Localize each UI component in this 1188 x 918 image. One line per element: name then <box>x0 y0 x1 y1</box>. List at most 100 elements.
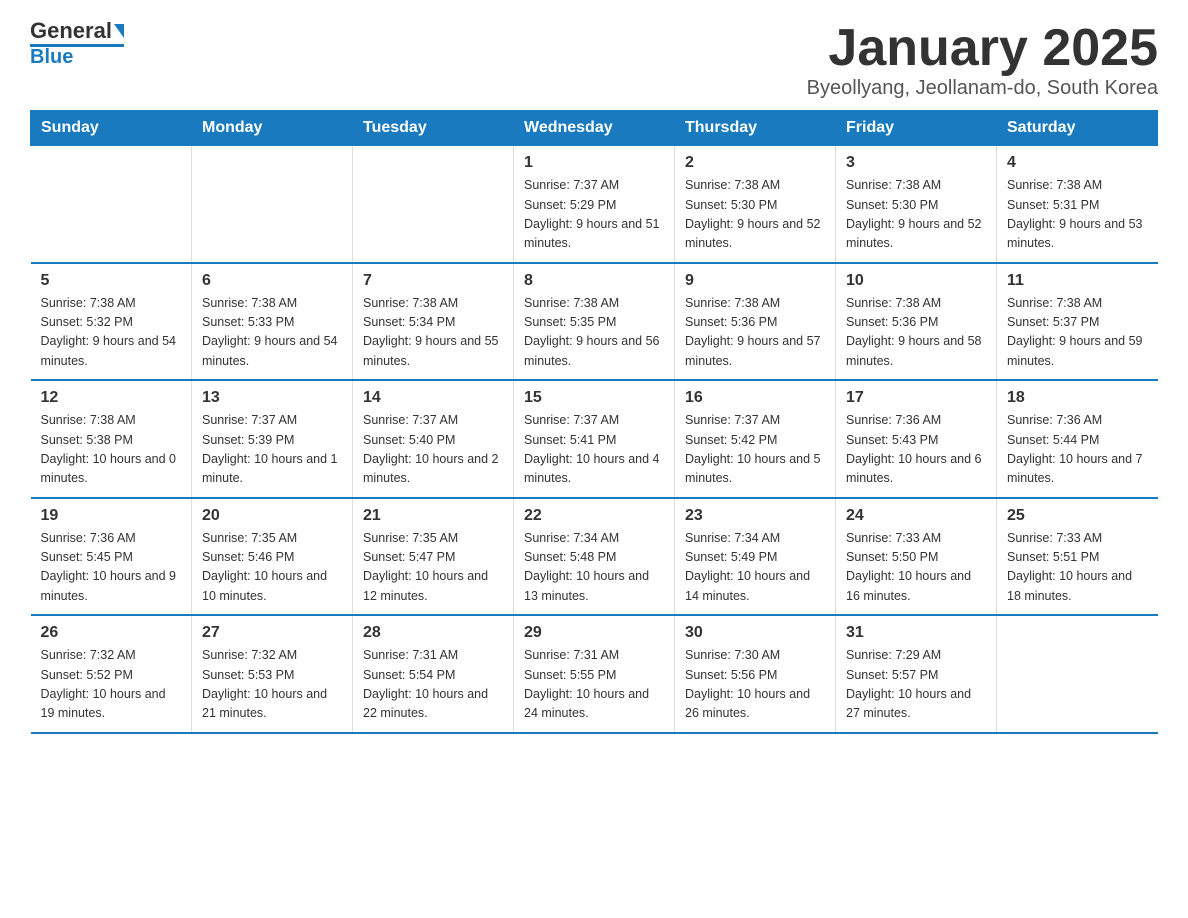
day-info: Sunrise: 7:38 AMSunset: 5:30 PMDaylight:… <box>685 176 825 254</box>
calendar-cell: 9Sunrise: 7:38 AMSunset: 5:36 PMDaylight… <box>675 263 836 381</box>
calendar-cell: 28 Sunrise: 7:31 AMSunset: 5:54 PMDayligh… <box>353 615 514 733</box>
calendar-cell: 14Sunrise: 7:37 AMSunset: 5:40 PMDayligh… <box>353 380 514 498</box>
day-number: 1 <box>524 154 664 172</box>
day-number: 3 <box>846 154 986 172</box>
day-number: 24 <box>846 507 986 525</box>
page-header: General Blue January 2025 Byeollyang, Je… <box>30 20 1158 100</box>
day-number: 5 <box>41 272 182 290</box>
day-info: Sunrise: 7:37 AMSunset: 5:39 PMDaylight:… <box>202 411 342 489</box>
day-info: Sunrise: 7:31 AMSunset: 5:55 PMDaylight:… <box>524 646 664 724</box>
day-number: 27 <box>202 624 342 642</box>
day-number: 15 <box>524 389 664 407</box>
day-number: 19 <box>41 507 182 525</box>
day-info: Sunrise: 7:38 AMSunset: 5:32 PMDaylight:… <box>41 294 182 372</box>
calendar-cell: 18 Sunrise: 7:36 AMSunset: 5:44 PMDayligh… <box>997 380 1158 498</box>
calendar-cell: 10Sunrise: 7:38 AMSunset: 5:36 PMDayligh… <box>836 263 997 381</box>
calendar-cell: 24 Sunrise: 7:33 AMSunset: 5:50 PMDayligh… <box>836 498 997 616</box>
day-info: Sunrise: 7:38 AMSunset: 5:38 PMDaylight:… <box>41 411 182 489</box>
day-number: 20 <box>202 507 342 525</box>
day-number: 16 <box>685 389 825 407</box>
calendar-week-2: 5 Sunrise: 7:38 AMSunset: 5:32 PMDaylight… <box>31 263 1158 381</box>
day-number: 4 <box>1007 154 1148 172</box>
calendar-cell: 26 Sunrise: 7:32 AMSunset: 5:52 PMDayligh… <box>31 615 192 733</box>
title-block: January 2025 Byeollyang, Jeollanam-do, S… <box>807 20 1158 100</box>
day-number: 11 <box>1007 272 1148 290</box>
calendar-cell <box>997 615 1158 733</box>
day-number: 12 <box>41 389 182 407</box>
header-monday: Monday <box>192 111 353 146</box>
day-info: Sunrise: 7:38 AMSunset: 5:35 PMDaylight:… <box>524 294 664 372</box>
day-info: Sunrise: 7:33 AMSunset: 5:50 PMDaylight:… <box>846 529 986 607</box>
calendar-cell: 5 Sunrise: 7:38 AMSunset: 5:32 PMDaylight… <box>31 263 192 381</box>
header-saturday: Saturday <box>997 111 1158 146</box>
calendar-cell: 8 Sunrise: 7:38 AMSunset: 5:35 PMDaylight… <box>514 263 675 381</box>
calendar-cell: 11 Sunrise: 7:38 AMSunset: 5:37 PMDayligh… <box>997 263 1158 381</box>
day-info: Sunrise: 7:32 AMSunset: 5:53 PMDaylight:… <box>202 646 342 724</box>
day-number: 10 <box>846 272 986 290</box>
day-number: 18 <box>1007 389 1148 407</box>
calendar-cell: 27 Sunrise: 7:32 AMSunset: 5:53 PMDayligh… <box>192 615 353 733</box>
calendar-cell <box>31 146 192 263</box>
calendar-week-5: 26 Sunrise: 7:32 AMSunset: 5:52 PMDayligh… <box>31 615 1158 733</box>
day-info: Sunrise: 7:35 AMSunset: 5:47 PMDaylight:… <box>363 529 503 607</box>
day-info: Sunrise: 7:31 AMSunset: 5:54 PMDaylight:… <box>363 646 503 724</box>
location-text: Byeollyang, Jeollanam-do, South Korea <box>807 77 1158 100</box>
header-thursday: Thursday <box>675 111 836 146</box>
day-number: 23 <box>685 507 825 525</box>
logo: General Blue <box>30 20 124 67</box>
day-info: Sunrise: 7:38 AMSunset: 5:37 PMDaylight:… <box>1007 294 1148 372</box>
day-number: 21 <box>363 507 503 525</box>
day-info: Sunrise: 7:38 AMSunset: 5:36 PMDaylight:… <box>685 294 825 372</box>
calendar-cell: 16 Sunrise: 7:37 AMSunset: 5:42 PMDayligh… <box>675 380 836 498</box>
calendar-header: Sunday Monday Tuesday Wednesday Thursday… <box>31 111 1158 146</box>
calendar-cell: 15Sunrise: 7:37 AMSunset: 5:41 PMDayligh… <box>514 380 675 498</box>
calendar-table: Sunday Monday Tuesday Wednesday Thursday… <box>30 110 1158 734</box>
day-number: 7 <box>363 272 503 290</box>
day-number: 29 <box>524 624 664 642</box>
header-sunday: Sunday <box>31 111 192 146</box>
day-info: Sunrise: 7:36 AMSunset: 5:44 PMDaylight:… <box>1007 411 1148 489</box>
day-info: Sunrise: 7:38 AMSunset: 5:31 PMDaylight:… <box>1007 176 1148 254</box>
logo-blue-text: Blue <box>30 47 73 67</box>
day-number: 6 <box>202 272 342 290</box>
calendar-cell: 23 Sunrise: 7:34 AMSunset: 5:49 PMDayligh… <box>675 498 836 616</box>
calendar-cell: 30 Sunrise: 7:30 AMSunset: 5:56 PMDayligh… <box>675 615 836 733</box>
calendar-cell: 25 Sunrise: 7:33 AMSunset: 5:51 PMDayligh… <box>997 498 1158 616</box>
day-info: Sunrise: 7:34 AMSunset: 5:49 PMDaylight:… <box>685 529 825 607</box>
calendar-cell: 31Sunrise: 7:29 AMSunset: 5:57 PMDayligh… <box>836 615 997 733</box>
day-info: Sunrise: 7:32 AMSunset: 5:52 PMDaylight:… <box>41 646 182 724</box>
calendar-body: 1 Sunrise: 7:37 AMSunset: 5:29 PMDaylight… <box>31 146 1158 733</box>
calendar-cell: 13 Sunrise: 7:37 AMSunset: 5:39 PMDayligh… <box>192 380 353 498</box>
day-number: 8 <box>524 272 664 290</box>
day-info: Sunrise: 7:38 AMSunset: 5:30 PMDaylight:… <box>846 176 986 254</box>
day-info: Sunrise: 7:33 AMSunset: 5:51 PMDaylight:… <box>1007 529 1148 607</box>
day-number: 17 <box>846 389 986 407</box>
calendar-cell: 7Sunrise: 7:38 AMSunset: 5:34 PMDaylight… <box>353 263 514 381</box>
day-number: 2 <box>685 154 825 172</box>
day-info: Sunrise: 7:35 AMSunset: 5:46 PMDaylight:… <box>202 529 342 607</box>
calendar-cell: 4 Sunrise: 7:38 AMSunset: 5:31 PMDaylight… <box>997 146 1158 263</box>
calendar-cell: 20 Sunrise: 7:35 AMSunset: 5:46 PMDayligh… <box>192 498 353 616</box>
header-wednesday: Wednesday <box>514 111 675 146</box>
day-info: Sunrise: 7:30 AMSunset: 5:56 PMDaylight:… <box>685 646 825 724</box>
calendar-cell: 21 Sunrise: 7:35 AMSunset: 5:47 PMDayligh… <box>353 498 514 616</box>
day-info: Sunrise: 7:37 AMSunset: 5:42 PMDaylight:… <box>685 411 825 489</box>
calendar-cell: 12 Sunrise: 7:38 AMSunset: 5:38 PMDayligh… <box>31 380 192 498</box>
calendar-cell: 29 Sunrise: 7:31 AMSunset: 5:55 PMDayligh… <box>514 615 675 733</box>
day-number: 31 <box>846 624 986 642</box>
day-number: 30 <box>685 624 825 642</box>
calendar-cell: 17Sunrise: 7:36 AMSunset: 5:43 PMDayligh… <box>836 380 997 498</box>
day-info: Sunrise: 7:36 AMSunset: 5:45 PMDaylight:… <box>41 529 182 607</box>
day-number: 22 <box>524 507 664 525</box>
day-number: 25 <box>1007 507 1148 525</box>
day-number: 28 <box>363 624 503 642</box>
day-number: 13 <box>202 389 342 407</box>
day-info: Sunrise: 7:37 AMSunset: 5:29 PMDaylight:… <box>524 176 664 254</box>
day-info: Sunrise: 7:34 AMSunset: 5:48 PMDaylight:… <box>524 529 664 607</box>
day-number: 26 <box>41 624 182 642</box>
calendar-cell: 1 Sunrise: 7:37 AMSunset: 5:29 PMDaylight… <box>514 146 675 263</box>
calendar-cell: 6Sunrise: 7:38 AMSunset: 5:33 PMDaylight… <box>192 263 353 381</box>
header-tuesday: Tuesday <box>353 111 514 146</box>
calendar-week-1: 1 Sunrise: 7:37 AMSunset: 5:29 PMDaylight… <box>31 146 1158 263</box>
calendar-cell: 3 Sunrise: 7:38 AMSunset: 5:30 PMDaylight… <box>836 146 997 263</box>
